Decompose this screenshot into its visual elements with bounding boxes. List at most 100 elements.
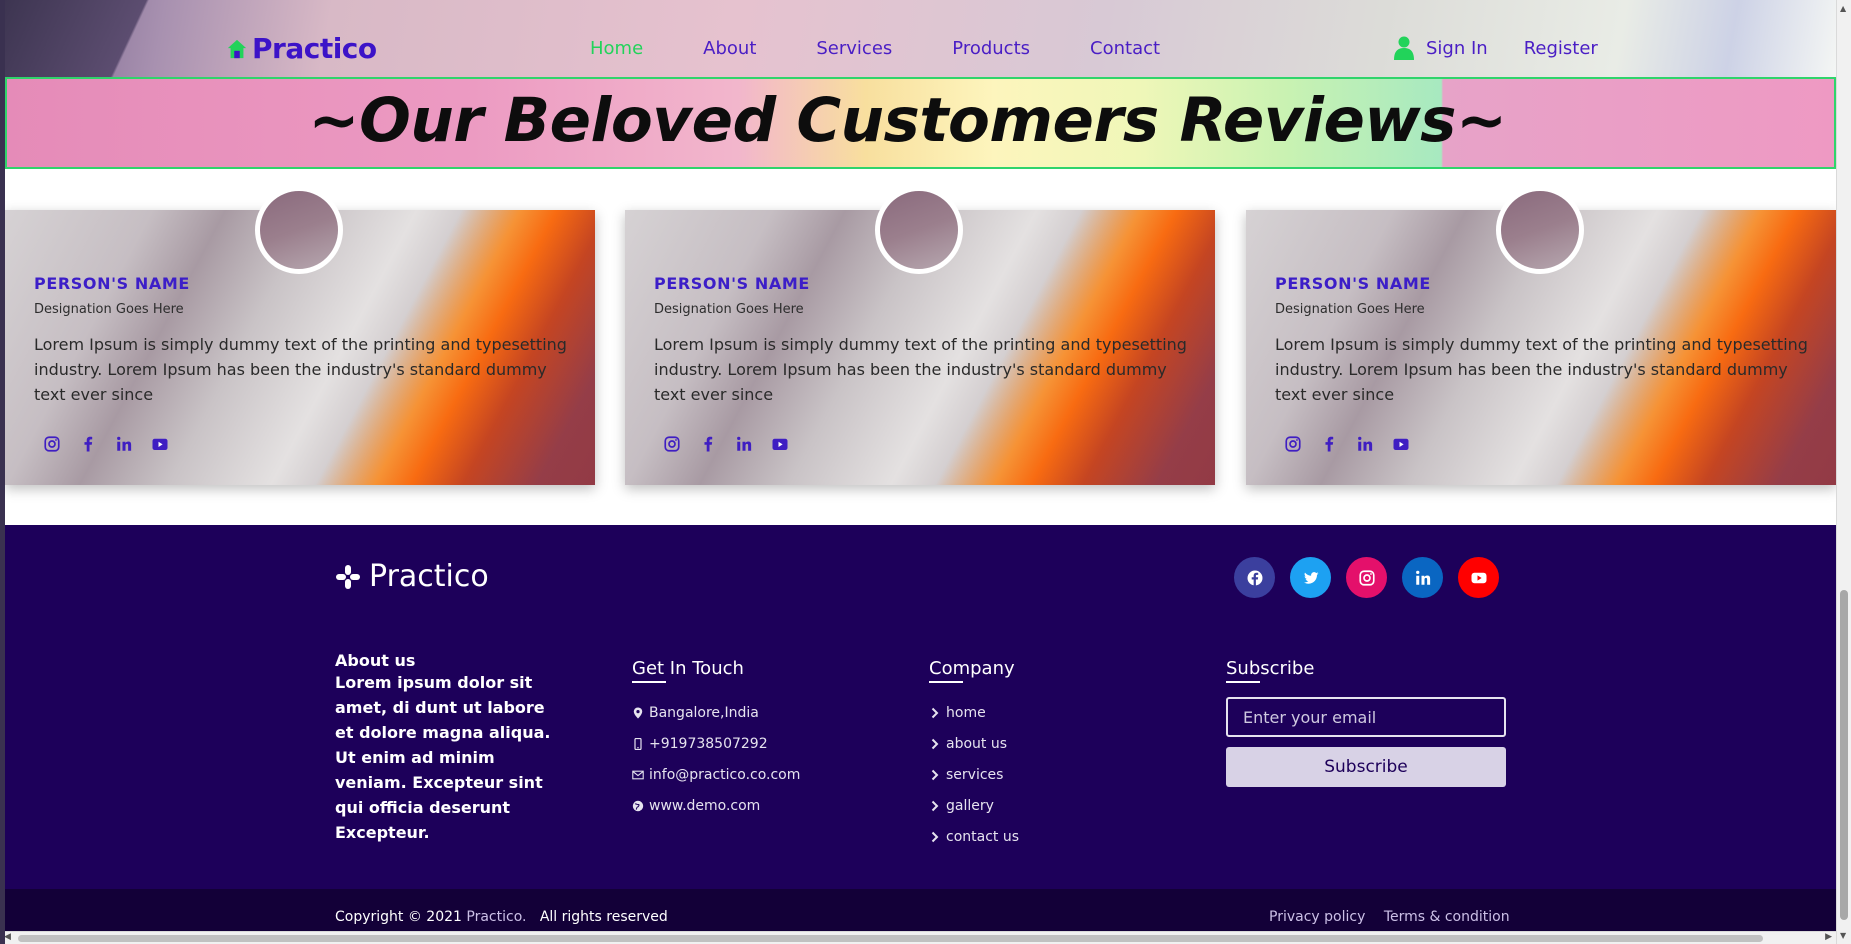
instagram-icon[interactable] [42, 434, 62, 454]
scroll-up-icon[interactable]: ▲ [1840, 4, 1846, 13]
avatar [875, 186, 963, 274]
nav-products[interactable]: Products [952, 38, 1030, 59]
globe-icon [632, 800, 644, 811]
company-link-label: home [946, 704, 986, 721]
nav-contact[interactable]: Contact [1090, 38, 1160, 59]
subscribe-section: Subscribe Enter your email Subscribe [1226, 658, 1506, 787]
header: Practico Home About Services Products Co… [0, 0, 1836, 78]
copyright: Copyright © 2021 Practico. All rights re… [335, 909, 668, 925]
reviews-banner: ~Our Beloved Customers Reviews~ [5, 77, 1836, 169]
review-text: Lorem Ipsum is simply dummy text of the … [34, 335, 567, 404]
contact-section: Get In Touch Bangalore,India +9197385072… [632, 658, 800, 821]
chevron-right-icon [931, 831, 939, 842]
horizontal-scroll-thumb[interactable] [18, 935, 1763, 942]
main-nav: Home About Services Products Contact [590, 38, 1220, 59]
phone-item: +919738507292 [632, 728, 800, 759]
instagram-icon[interactable] [662, 434, 682, 454]
about-title: About us [335, 651, 416, 670]
footer: Practico About us Lorem ipsum dolor sit … [5, 525, 1836, 889]
email-item: info@practico.co.com [632, 759, 800, 790]
envelope-icon [632, 770, 644, 779]
email-text[interactable]: info@practico.co.com [649, 767, 800, 783]
linkedin-icon[interactable] [1402, 557, 1443, 598]
company-section: Company home about us services gallery c… [929, 658, 1019, 852]
youtube-icon[interactable] [1391, 434, 1411, 454]
web-text[interactable]: www.demo.com [649, 798, 760, 814]
chevron-right-icon [931, 707, 939, 718]
person-name: PERSON'S NAME [654, 274, 810, 293]
subscribe-title: Subscribe [1226, 658, 1315, 679]
register-link[interactable]: Register [1524, 38, 1598, 59]
home-icon [227, 39, 247, 58]
scroll-down-icon[interactable]: ▼ [1840, 931, 1846, 940]
avatar [255, 186, 343, 274]
facebook-icon[interactable] [1319, 434, 1339, 454]
linkedin-icon[interactable] [734, 434, 754, 454]
instagram-icon[interactable] [1346, 557, 1387, 598]
facebook-icon[interactable] [78, 434, 98, 454]
scroll-left-icon[interactable]: ◀ [4, 932, 11, 942]
horizontal-scrollbar[interactable]: ◀ ▶ [0, 931, 1836, 944]
copyright-suffix: All rights reserved [539, 909, 668, 925]
nav-services[interactable]: Services [816, 38, 892, 59]
review-text: Lorem Ipsum is simply dummy text of the … [1275, 335, 1808, 404]
footer-brand-name: Practico [369, 559, 489, 594]
chevron-right-icon [931, 800, 939, 811]
vertical-scroll-thumb[interactable] [1840, 590, 1848, 920]
copyright-brand[interactable]: Practico. [466, 909, 526, 925]
youtube-icon[interactable] [150, 434, 170, 454]
slack-like-logo-icon [336, 564, 360, 589]
footer-social-links [1234, 557, 1499, 598]
nav-about[interactable]: About [703, 38, 756, 59]
terms-link[interactable]: Terms & condition [1384, 909, 1510, 925]
card-social-links [1283, 434, 1427, 454]
facebook-icon[interactable] [698, 434, 718, 454]
title-underline [929, 681, 963, 683]
left-edge [0, 0, 5, 944]
youtube-icon[interactable] [1458, 557, 1499, 598]
person-name: PERSON'S NAME [34, 274, 190, 293]
company-title: Company [929, 658, 1015, 679]
page: Practico Home About Services Products Co… [0, 0, 1836, 944]
privacy-link[interactable]: Privacy policy [1269, 909, 1365, 925]
about-section: About us Lorem ipsum dolor sit amet, di … [335, 651, 565, 845]
map-marker-icon [633, 707, 643, 718]
linkedin-icon[interactable] [1355, 434, 1375, 454]
twitter-icon[interactable] [1290, 557, 1331, 598]
location-text: Bangalore,India [649, 704, 759, 721]
scroll-right-icon[interactable]: ▶ [1825, 932, 1832, 942]
company-link-gallery[interactable]: gallery [929, 790, 1019, 821]
review-cards: PERSON'S NAME Designation Goes Here Lore… [5, 186, 1836, 485]
company-link-about[interactable]: about us [929, 728, 1019, 759]
linkedin-icon[interactable] [114, 434, 134, 454]
brand-logo[interactable]: Practico [226, 32, 377, 65]
brand-name: Practico [252, 32, 377, 65]
review-card: PERSON'S NAME Designation Goes Here Lore… [5, 186, 595, 485]
phone-text: +919738507292 [649, 735, 768, 752]
vertical-scrollbar[interactable]: ▲ ▼ [1836, 0, 1851, 944]
contact-title: Get In Touch [632, 658, 744, 679]
auth-links: Sign In Register [1394, 36, 1598, 60]
copyright-prefix: Copyright © 2021 [335, 909, 462, 925]
facebook-icon[interactable] [1234, 557, 1275, 598]
review-card: PERSON'S NAME Designation Goes Here Lore… [1246, 186, 1836, 485]
about-text: Lorem ipsum dolor sit amet, di dunt ut l… [335, 673, 551, 842]
instagram-icon[interactable] [1283, 434, 1303, 454]
footer-brand[interactable]: Practico [335, 559, 489, 594]
company-link-services[interactable]: services [929, 759, 1019, 790]
nav-home[interactable]: Home [590, 38, 643, 59]
company-link-label: contact us [946, 828, 1020, 845]
title-underline [632, 681, 666, 683]
card-social-links [662, 434, 806, 454]
email-input[interactable]: Enter your email [1226, 697, 1506, 737]
card-social-links [42, 434, 186, 454]
chevron-right-icon [931, 738, 939, 749]
company-link-home[interactable]: home [929, 697, 1019, 728]
youtube-icon[interactable] [770, 434, 790, 454]
company-link-label: services [946, 766, 1004, 783]
sign-in-link[interactable]: Sign In [1426, 38, 1488, 59]
avatar [1496, 186, 1584, 274]
subscribe-button[interactable]: Subscribe [1226, 747, 1506, 787]
company-link-contact[interactable]: contact us [929, 821, 1019, 852]
reviews-title: ~Our Beloved Customers Reviews~ [308, 85, 1507, 156]
